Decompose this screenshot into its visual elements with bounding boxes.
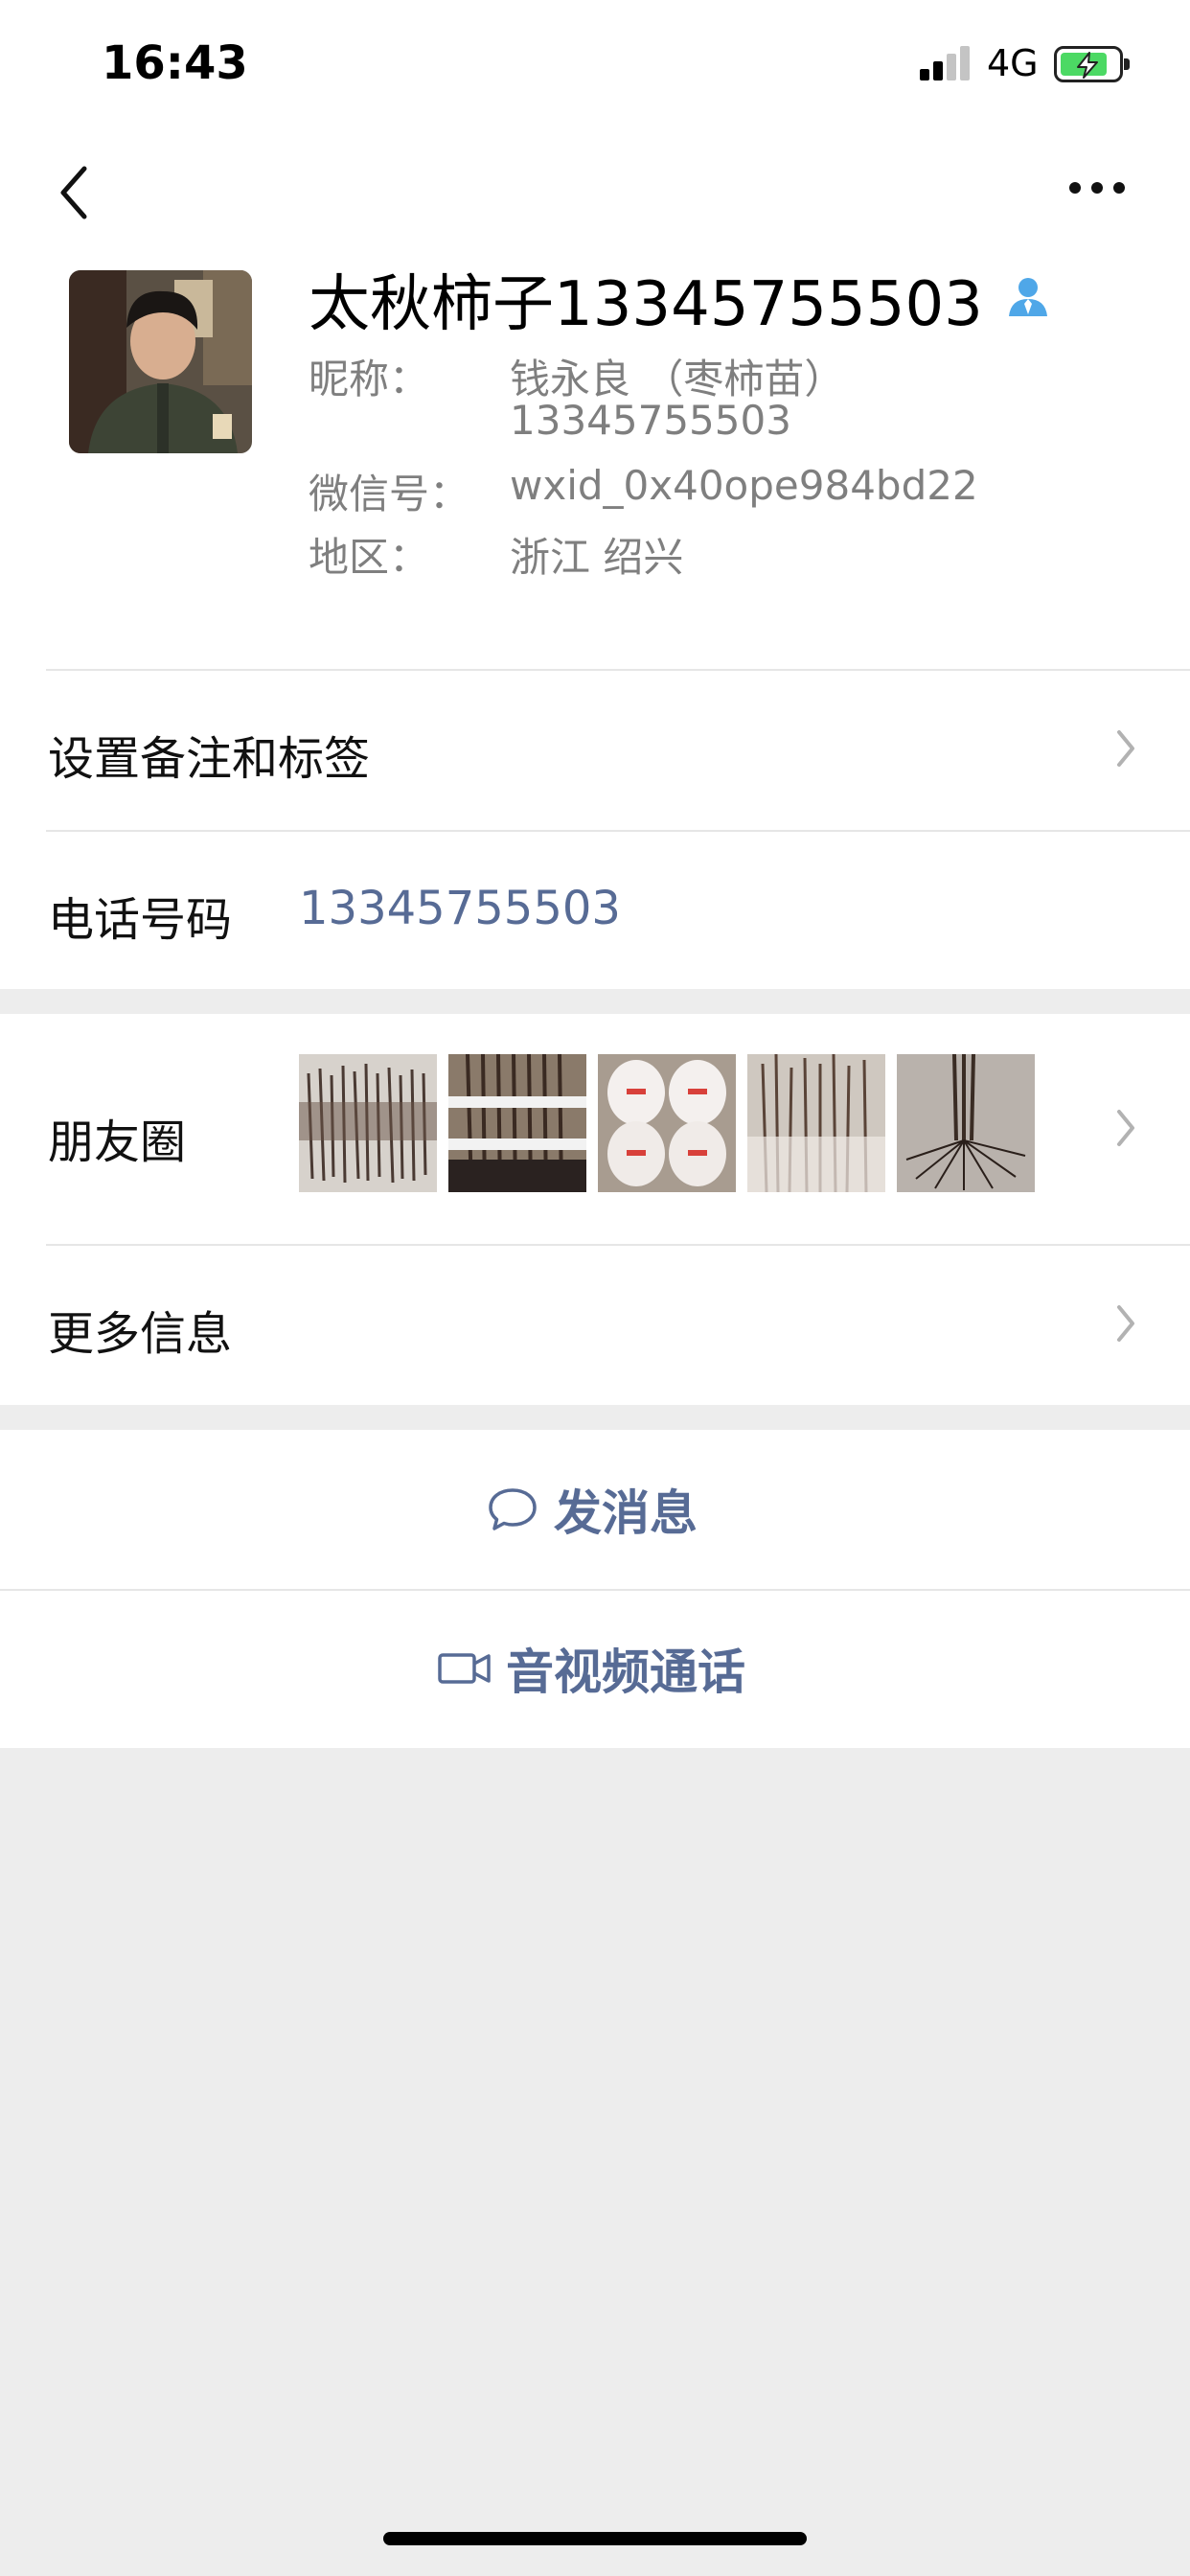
chat-bubble-icon [489,1488,537,1530]
region-value: 浙江 绍兴 [510,534,684,581]
video-camera-icon [438,1653,491,1684]
divider [46,669,1190,671]
moments-row[interactable]: 朋友圈 [0,1014,1190,1244]
avatar-photo [69,270,252,453]
moments-thumbnail [747,1054,885,1192]
region-label: 地区： [309,534,430,581]
more-options-button[interactable] [1064,169,1131,207]
status-bar: 16:43 4G [0,0,1190,130]
phone-number-link[interactable]: 13345755503 [299,882,621,935]
moments-thumbnail [598,1054,736,1192]
back-button[interactable] [48,159,105,226]
phone-row: 电话号码 13345755503 [0,830,1190,989]
charging-bolt-icon [1077,52,1098,79]
nav-bar [0,130,1190,255]
divider [46,830,1190,832]
chevron-right-icon [1117,730,1134,767]
moments-thumbnail [299,1054,437,1192]
status-time: 16:43 [102,36,248,90]
divider [46,1244,1190,1246]
contact-profile-page: 16:43 4G 太秋柿子13345755503 昵称： 钱永良 （枣柿苗） 1… [0,0,1190,2576]
chevron-right-icon [1117,1110,1134,1146]
phone-label: 电话号码 [48,893,233,947]
wechat-id-label: 微信号： [309,471,470,518]
set-remark-label: 设置备注和标签 [48,732,371,786]
battery-icon [1054,46,1130,82]
display-name: 太秋柿子13345755503 [309,269,983,340]
chevron-right-icon [1117,1305,1134,1342]
signal-strength-icon [920,46,973,80]
contact-verified-icon [1006,274,1050,318]
wechat-id-value: wxid_0x40ope984bd22 [510,462,978,509]
network-type: 4G [987,42,1039,84]
send-message-button[interactable]: 发消息 [0,1430,1190,1589]
moments-label: 朋友圈 [48,1116,187,1169]
moments-thumbnail [897,1054,1035,1192]
profile-header: 太秋柿子13345755503 昵称： 钱永良 （枣柿苗） 1334575550… [0,255,1190,671]
chevron-left-icon [60,166,87,219]
send-message-label: 发消息 [554,1485,698,1541]
avatar[interactable] [69,270,252,453]
set-remark-row[interactable]: 设置备注和标签 [0,669,1190,830]
more-dots-icon [1069,182,1125,194]
nickname-value-line2: 13345755503 [510,397,791,444]
more-info-label: 更多信息 [48,1307,233,1361]
more-info-row[interactable]: 更多信息 [0,1244,1190,1405]
home-indicator[interactable] [383,2532,807,2545]
video-call-label: 音视频通话 [506,1644,745,1700]
moments-thumbnail [448,1054,586,1192]
video-call-button[interactable]: 音视频通话 [0,1589,1190,1748]
nickname-label: 昵称： [309,356,430,402]
